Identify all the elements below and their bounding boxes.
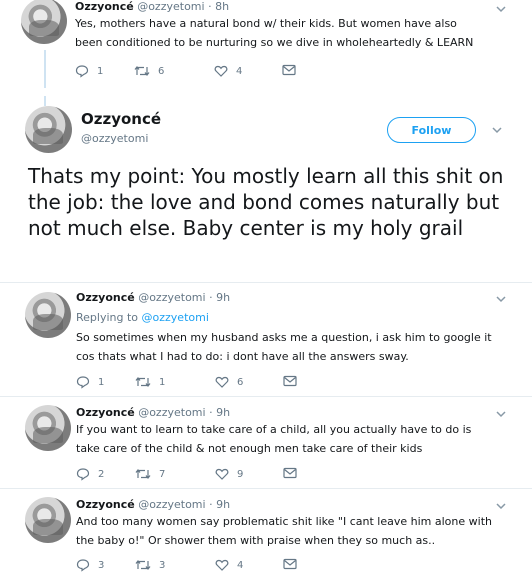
retweet-count: 6 bbox=[158, 65, 165, 77]
reply-icon bbox=[75, 64, 89, 78]
author-name[interactable]: Ozzyoncé bbox=[76, 291, 135, 304]
heart-icon bbox=[215, 558, 229, 572]
like-action[interactable]: 9 bbox=[215, 467, 243, 481]
retweet-icon bbox=[135, 467, 151, 481]
retweet-count: 7 bbox=[159, 468, 166, 480]
reply-count: 1 bbox=[98, 376, 105, 388]
reply-icon bbox=[76, 375, 90, 389]
like-action[interactable]: 4 bbox=[214, 64, 242, 78]
timestamp[interactable]: 9h bbox=[216, 498, 230, 511]
heart-icon bbox=[215, 375, 229, 389]
heart-icon bbox=[214, 64, 228, 78]
retweet-action[interactable]: 1 bbox=[135, 375, 165, 389]
reply-action[interactable]: 1 bbox=[75, 64, 103, 78]
tweet-text: Yes, mothers have a natural bond w/ thei… bbox=[75, 17, 474, 49]
dm-action[interactable] bbox=[283, 558, 297, 570]
tweet-actions: 2 7 9 bbox=[76, 467, 316, 483]
like-count: 9 bbox=[237, 468, 244, 480]
author-name[interactable]: Ozzyoncé bbox=[76, 498, 135, 511]
envelope-icon bbox=[283, 558, 297, 570]
main-author-handle[interactable]: @ozzyetomi bbox=[81, 132, 148, 145]
tweet-above[interactable]: Ozzyoncé @ozzyetomi · 8h Yes, mothers ha… bbox=[0, 0, 532, 92]
dm-action[interactable] bbox=[283, 467, 297, 479]
separator: · bbox=[208, 0, 212, 13]
main-tweet-text: Thats my point: You mostly learn all thi… bbox=[28, 164, 504, 240]
retweet-count: 3 bbox=[159, 559, 166, 571]
retweet-count: 1 bbox=[159, 376, 166, 388]
avatar[interactable] bbox=[25, 405, 71, 451]
tweet-header: Ozzyoncé @ozzyetomi · 9h bbox=[76, 498, 230, 511]
retweet-icon bbox=[134, 64, 150, 78]
reply-count: 2 bbox=[98, 468, 105, 480]
tweet-header: Ozzyoncé @ozzyetomi · 8h bbox=[75, 0, 229, 13]
avatar[interactable] bbox=[21, 0, 67, 44]
reply-tweet[interactable]: Ozzyoncé @ozzyetomi · 9h If you want to … bbox=[0, 397, 532, 488]
retweet-icon bbox=[135, 558, 151, 572]
tweet-actions: 1 1 6 bbox=[76, 375, 316, 391]
like-count: 4 bbox=[237, 559, 244, 571]
author-name[interactable]: Ozzyoncé bbox=[75, 0, 134, 13]
like-action[interactable]: 4 bbox=[215, 558, 243, 572]
heart-icon bbox=[215, 467, 229, 481]
reply-tweet[interactable]: Ozzyoncé @ozzyetomi · 9h Replying to @oz… bbox=[0, 283, 532, 396]
chevron-down-icon[interactable] bbox=[490, 123, 504, 137]
avatar[interactable] bbox=[25, 497, 71, 543]
retweet-action[interactable]: 7 bbox=[135, 467, 165, 481]
reply-action[interactable]: 2 bbox=[76, 467, 104, 481]
like-count: 6 bbox=[237, 376, 244, 388]
tweet-text: And too many women say problematic shit … bbox=[76, 515, 492, 547]
envelope-icon bbox=[282, 64, 296, 76]
tweet-header: Ozzyoncé @ozzyetomi · 9h bbox=[76, 291, 230, 304]
chevron-down-icon[interactable] bbox=[494, 499, 508, 513]
envelope-icon bbox=[283, 375, 297, 387]
envelope-icon bbox=[283, 467, 297, 479]
reply-count: 3 bbox=[98, 559, 105, 571]
follow-button[interactable]: Follow bbox=[387, 117, 476, 143]
tweet-text: If you want to learn to take care of a c… bbox=[76, 423, 472, 455]
main-author-name[interactable]: Ozzyoncé bbox=[81, 110, 161, 128]
author-handle[interactable]: @ozzyetomi bbox=[137, 0, 204, 13]
reply-tweet[interactable]: Ozzyoncé @ozzyetomi · 9h And too many wo… bbox=[0, 489, 532, 577]
author-handle[interactable]: @ozzyetomi bbox=[138, 291, 205, 304]
timestamp[interactable]: 9h bbox=[216, 291, 230, 304]
avatar[interactable] bbox=[25, 292, 71, 338]
timestamp[interactable]: 8h bbox=[215, 0, 229, 13]
retweet-action[interactable]: 3 bbox=[135, 558, 165, 572]
like-count: 4 bbox=[236, 65, 243, 77]
author-name[interactable]: Ozzyoncé bbox=[76, 406, 135, 419]
chevron-down-icon[interactable] bbox=[494, 407, 508, 421]
replying-to-mention[interactable]: @ozzyetomi bbox=[142, 311, 209, 324]
reply-icon bbox=[76, 467, 90, 481]
tweet-header: Ozzyoncé @ozzyetomi · 9h bbox=[76, 406, 230, 419]
tweet-text: So sometimes when my husband asks me a q… bbox=[76, 331, 492, 363]
reply-count: 1 bbox=[97, 65, 104, 77]
retweet-action[interactable]: 6 bbox=[134, 64, 164, 78]
chevron-down-icon[interactable] bbox=[494, 2, 508, 16]
like-action[interactable]: 6 bbox=[215, 375, 243, 389]
reply-action[interactable]: 3 bbox=[76, 558, 104, 572]
separator: · bbox=[209, 291, 213, 304]
timestamp[interactable]: 9h bbox=[216, 406, 230, 419]
reply-action[interactable]: 1 bbox=[76, 375, 104, 389]
tweet-actions: 1 6 4 bbox=[75, 64, 315, 80]
main-avatar[interactable] bbox=[25, 106, 72, 153]
chevron-down-icon[interactable] bbox=[494, 292, 508, 306]
author-handle[interactable]: @ozzyetomi bbox=[138, 498, 205, 511]
replying-to: Replying to @ozzyetomi bbox=[76, 311, 209, 324]
dm-action[interactable] bbox=[282, 64, 296, 76]
reply-icon bbox=[76, 558, 90, 572]
separator: · bbox=[209, 406, 213, 419]
separator: · bbox=[209, 498, 213, 511]
author-handle[interactable]: @ozzyetomi bbox=[138, 406, 205, 419]
tweet-actions: 3 3 4 bbox=[76, 558, 316, 574]
dm-action[interactable] bbox=[283, 375, 297, 387]
retweet-icon bbox=[135, 375, 151, 389]
replying-to-label: Replying to bbox=[76, 311, 139, 324]
